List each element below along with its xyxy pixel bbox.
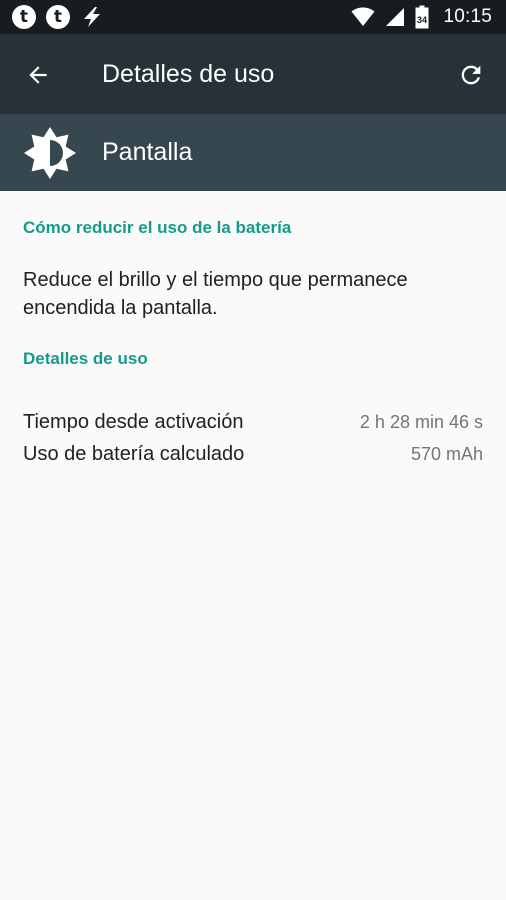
- tumblr-icon: t: [46, 5, 70, 29]
- page-title: Detalles de uso: [102, 60, 275, 88]
- app-name: Pantalla: [102, 138, 193, 166]
- status-bar: t t 34 10:15: [0, 0, 506, 34]
- stat-label: Uso de batería calculado: [23, 443, 245, 465]
- tips-description: Reduce el brillo y el tiempo que permane…: [23, 269, 408, 319]
- back-button[interactable]: [21, 58, 55, 92]
- battery-level: 34: [417, 15, 427, 25]
- flash-icon: [84, 7, 100, 27]
- details-section-title: Detalles de uso: [23, 349, 148, 368]
- cell-signal-icon: [386, 8, 405, 26]
- stat-value: 570 mAh: [410, 444, 483, 464]
- stat-value: 2 h 28 min 46 s: [359, 412, 483, 432]
- notification-icons: t t: [12, 5, 104, 29]
- system-icons: 34 10:15: [351, 5, 492, 29]
- tumblr-icon: t: [12, 5, 36, 29]
- app-header: Pantalla: [0, 114, 506, 191]
- refresh-icon: [461, 65, 481, 85]
- wifi-icon: [351, 7, 375, 26]
- stat-label: Tiempo desde activación: [23, 411, 244, 433]
- battery-icon: 34: [415, 5, 429, 29]
- tips-section-title: Cómo reducir el uso de la batería: [23, 218, 292, 237]
- stat-row: Tiempo desde activación 2 h 28 min 46 s: [23, 411, 483, 434]
- stat-row: Uso de batería calculado 570 mAh: [23, 443, 483, 466]
- brightness-icon: [24, 127, 76, 179]
- refresh-button[interactable]: [454, 58, 488, 92]
- app-bar: Detalles de uso: [0, 34, 506, 114]
- arrow-back-icon: [29, 66, 47, 84]
- status-time: 10:15: [443, 6, 492, 27]
